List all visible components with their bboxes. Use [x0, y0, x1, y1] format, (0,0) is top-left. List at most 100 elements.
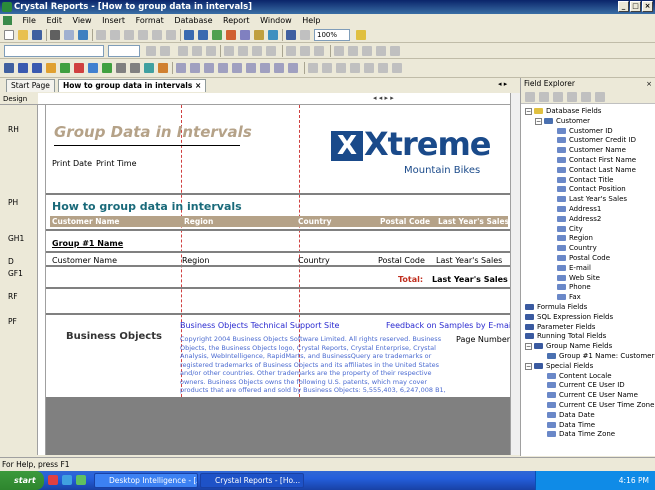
- template-expert-icon[interactable]: [274, 63, 284, 73]
- zoom-select[interactable]: 100%: [314, 29, 350, 41]
- decrease-decimal-icon[interactable]: [390, 46, 400, 56]
- print-icon[interactable]: [50, 30, 60, 40]
- feedback-link[interactable]: Feedback on Samples by E-mail: [386, 321, 513, 330]
- section-page-header[interactable]: PH: [8, 198, 18, 207]
- tree-field[interactable]: E-mail: [557, 263, 591, 273]
- insert-line-icon[interactable]: [116, 63, 126, 73]
- expand-icon[interactable]: −: [535, 117, 542, 125]
- comma-icon[interactable]: [348, 46, 358, 56]
- open-icon[interactable]: [18, 30, 28, 40]
- tree-field[interactable]: Phone: [557, 282, 591, 292]
- menu-database[interactable]: Database: [174, 16, 212, 25]
- field-explorer-icon[interactable]: [240, 30, 250, 40]
- export-icon[interactable]: [78, 30, 88, 40]
- report-subtitle[interactable]: How to group data in intervals: [52, 200, 242, 213]
- insert-crosstab-icon[interactable]: [60, 63, 70, 73]
- start-button[interactable]: start: [0, 471, 44, 490]
- group-footer-section[interactable]: Total: Last Year's Sales: [46, 269, 510, 289]
- section-report-header[interactable]: RH: [8, 125, 19, 134]
- section-page-footer[interactable]: PF: [8, 317, 17, 326]
- tree-field[interactable]: Customer Name: [557, 145, 626, 155]
- align-left-icon[interactable]: [224, 46, 234, 56]
- task-desktop-intelligence[interactable]: Desktop Intelligence - [A...: [94, 473, 198, 488]
- repository-icon[interactable]: [268, 30, 278, 40]
- detail-customer-name[interactable]: Customer Name: [52, 256, 117, 265]
- report-title[interactable]: Group Data in Intervals: [54, 123, 252, 141]
- border-icon[interactable]: [300, 46, 310, 56]
- rename-icon[interactable]: [581, 92, 591, 102]
- details-section[interactable]: Customer Name Region Country Postal Code…: [46, 255, 510, 267]
- insert-field-icon[interactable]: [18, 63, 28, 73]
- help-icon[interactable]: [356, 30, 366, 40]
- menu-report[interactable]: Report: [223, 16, 250, 25]
- design-scrollbar[interactable]: [510, 93, 520, 455]
- column-postal-code[interactable]: Postal Code: [380, 216, 430, 227]
- insert-group-tree-icon[interactable]: [46, 63, 56, 73]
- tree-field[interactable]: Customer Credit ID: [557, 135, 636, 145]
- minimize-button[interactable]: _: [618, 1, 629, 12]
- align-center-icon[interactable]: [238, 46, 248, 56]
- group-header-section[interactable]: Group #1 Name: [46, 233, 510, 253]
- close-button[interactable]: ×: [642, 1, 653, 12]
- group-name-field[interactable]: Group #1 Name: [52, 239, 123, 248]
- insert-map-tool-icon[interactable]: [144, 63, 154, 73]
- insert-subreport-icon[interactable]: [88, 63, 98, 73]
- font-name-select[interactable]: [4, 45, 104, 57]
- insert-olap-icon[interactable]: [74, 63, 84, 73]
- document-icon[interactable]: [3, 16, 12, 25]
- redo-icon[interactable]: [166, 30, 176, 40]
- prev-page-icon[interactable]: [322, 63, 332, 73]
- menu-format[interactable]: Format: [136, 16, 164, 25]
- detail-country[interactable]: Country: [298, 256, 330, 265]
- tab-report[interactable]: How to group data in intervals ×: [58, 79, 207, 92]
- menu-help[interactable]: Help: [302, 16, 320, 25]
- tree-special-field[interactable]: Current CE User Name: [547, 390, 638, 400]
- section-details[interactable]: D: [8, 257, 14, 266]
- menu-view[interactable]: View: [73, 16, 92, 25]
- tab-scroll-icon[interactable]: ◂ ▸: [498, 80, 507, 88]
- column-region[interactable]: Region: [184, 216, 213, 227]
- new-field-icon[interactable]: [553, 92, 563, 102]
- increase-decimal-icon[interactable]: [376, 46, 386, 56]
- design-tab[interactable]: Design: [0, 93, 38, 105]
- close-tab-icon[interactable]: ×: [195, 81, 201, 90]
- expand-icon[interactable]: −: [525, 343, 532, 351]
- currency-icon[interactable]: [334, 46, 344, 56]
- forward-icon[interactable]: [392, 63, 402, 73]
- delete-icon[interactable]: [595, 92, 605, 102]
- last-page-icon[interactable]: [350, 63, 360, 73]
- page-nav-icon[interactable]: ◂ ◂ ▸ ▸: [373, 94, 394, 102]
- select-expert-icon[interactable]: [176, 63, 186, 73]
- expand-icon[interactable]: −: [525, 108, 532, 115]
- tree-field[interactable]: Postal Code: [557, 253, 610, 263]
- tree-field[interactable]: City: [557, 224, 583, 234]
- cut-icon[interactable]: [96, 30, 106, 40]
- total-label[interactable]: Total:: [398, 275, 423, 284]
- increase-font-icon[interactable]: [146, 46, 156, 56]
- tree-category[interactable]: Formula Fields: [525, 302, 587, 312]
- edit-field-icon[interactable]: [567, 92, 577, 102]
- page-header-section[interactable]: How to group data in intervals Customer …: [46, 197, 510, 231]
- total-field[interactable]: Last Year's Sales: [432, 275, 508, 284]
- tree-group-name-item[interactable]: Group #1 Name: Customer: [547, 351, 654, 361]
- tree-field[interactable]: Address2: [557, 214, 601, 224]
- refresh-icon[interactable]: [288, 63, 298, 73]
- section-expert-icon[interactable]: [218, 63, 228, 73]
- clock[interactable]: 4:16 PM: [619, 476, 649, 485]
- maximize-button[interactable]: □: [630, 1, 641, 12]
- copyright-text[interactable]: Copyright 2004 Business Objects Software…: [180, 335, 450, 395]
- tree-field[interactable]: Customer ID: [557, 126, 613, 136]
- column-country[interactable]: Country: [298, 216, 332, 227]
- expand-icon[interactable]: −: [525, 362, 532, 370]
- back-icon[interactable]: [378, 63, 388, 73]
- detail-region[interactable]: Region: [182, 256, 209, 265]
- record-sort-icon[interactable]: [190, 63, 200, 73]
- tree-table-customer[interactable]: − Customer: [535, 116, 590, 126]
- format-painter-icon[interactable]: [138, 30, 148, 40]
- report-explorer-icon[interactable]: [254, 30, 264, 40]
- tree-category[interactable]: − Group Name Fields: [525, 341, 612, 351]
- print-time-field[interactable]: Print Time: [96, 159, 137, 168]
- tree-special-field[interactable]: Data Time: [547, 420, 595, 430]
- tree-special-field[interactable]: Content Locale: [547, 371, 612, 381]
- panel-close-icon[interactable]: ×: [646, 78, 652, 90]
